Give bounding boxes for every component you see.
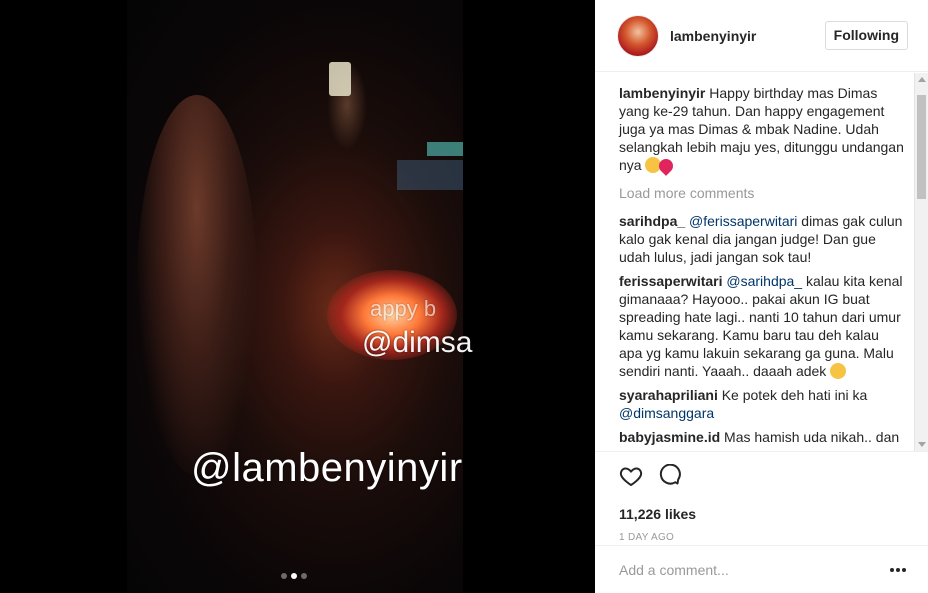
carousel-dots bbox=[281, 573, 307, 579]
avatar[interactable] bbox=[617, 14, 659, 57]
post-sidebar: lambenyinyir Following lambenyinyir Happ… bbox=[595, 0, 928, 593]
comment-input[interactable] bbox=[619, 561, 890, 578]
overlay-mention-text: @dimsa bbox=[362, 326, 473, 359]
comment-item: babyjasmine.id Mas hamish uda nikah.. da… bbox=[619, 428, 904, 446]
comment-item: syarahapriliani Ke potek deh hati ini ka… bbox=[619, 386, 904, 422]
comment-item: ferissaperwitari @sarihdpa_ kalau kita k… bbox=[619, 272, 904, 380]
caption: lambenyinyir Happy birthday mas Dimas ya… bbox=[619, 84, 904, 176]
phone-in-hand bbox=[329, 62, 351, 96]
header-username[interactable]: lambenyinyir bbox=[670, 28, 756, 44]
comment-author[interactable]: syarahapriliani bbox=[619, 387, 718, 403]
overlay-happy-text: appy b bbox=[370, 296, 437, 321]
comment-text: Mas hamish uda nikah.. dan bbox=[724, 429, 900, 445]
comment-author[interactable]: sarihdpa_ bbox=[619, 213, 685, 229]
comment-text: Ke potek deh hati ini ka bbox=[721, 387, 868, 403]
heart-emoji-icon bbox=[656, 156, 677, 176]
carousel-dot[interactable] bbox=[281, 573, 287, 579]
comments-scrollbar[interactable] bbox=[914, 73, 928, 451]
overlay-username-text: @lambenyinyir bbox=[191, 446, 463, 490]
comment-item: sarihdpa_ @ferissaperwitari dimas gak cu… bbox=[619, 212, 904, 266]
comment-mention[interactable]: @sarihdpa_ bbox=[726, 273, 802, 289]
comment-mention[interactable]: @dimsanggara bbox=[619, 405, 714, 421]
person-silhouette bbox=[137, 95, 257, 475]
scroll-up-arrow-icon[interactable] bbox=[918, 77, 926, 82]
post-header: lambenyinyir Following bbox=[595, 0, 928, 72]
following-button[interactable]: Following bbox=[824, 21, 908, 50]
post-actions: 11,226 likes 1 DAY AGO bbox=[595, 451, 928, 545]
post-container: appy b @dimsa @lambenyinyir lambenyinyir… bbox=[0, 0, 928, 593]
action-icons bbox=[619, 464, 904, 488]
carousel-dot-active[interactable] bbox=[291, 573, 297, 579]
comment-author[interactable]: ferissaperwitari bbox=[619, 273, 723, 289]
heart-icon[interactable] bbox=[619, 464, 643, 488]
likes-count[interactable]: 11,226 likes bbox=[619, 506, 904, 522]
caption-author[interactable]: lambenyinyir bbox=[619, 85, 705, 101]
media-panel[interactable]: appy b @dimsa @lambenyinyir bbox=[0, 0, 595, 593]
comment-author[interactable]: babyjasmine.id bbox=[619, 429, 720, 445]
add-comment-bar bbox=[595, 545, 928, 593]
comments-list[interactable]: lambenyinyir Happy birthday mas Dimas ya… bbox=[595, 73, 928, 451]
scroll-down-arrow-icon[interactable] bbox=[918, 442, 926, 447]
background-screen-2 bbox=[397, 160, 463, 190]
kiss-emoji-icon bbox=[830, 363, 847, 379]
load-more-comments-link[interactable]: Load more comments bbox=[619, 184, 904, 202]
more-options-icon[interactable] bbox=[890, 567, 906, 572]
carousel-dot[interactable] bbox=[301, 573, 307, 579]
post-timestamp[interactable]: 1 DAY AGO bbox=[619, 532, 904, 543]
comment-icon[interactable] bbox=[657, 464, 681, 488]
comment-mention[interactable]: @ferissaperwitari bbox=[689, 213, 797, 229]
scroll-thumb[interactable] bbox=[917, 95, 926, 199]
background-screen bbox=[427, 142, 463, 156]
